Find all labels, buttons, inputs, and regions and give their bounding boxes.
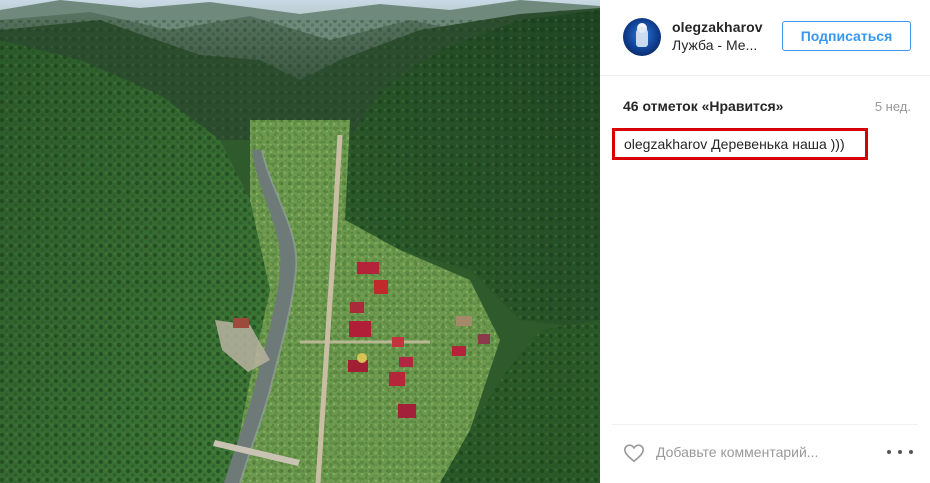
heart-outline-icon[interactable] [623, 442, 645, 464]
aerial-valley-image [0, 0, 600, 483]
caption-username[interactable]: olegzakharov [624, 136, 707, 152]
post-side-panel: olegzakharov Лужба - Ме... Подписаться 4… [600, 0, 930, 483]
more-dot [898, 450, 902, 454]
caption: olegzakharov Деревенька наша ))) [624, 136, 845, 152]
post-header: olegzakharov Лужба - Ме... Подписаться [600, 0, 930, 76]
subscribe-button[interactable]: Подписаться [782, 21, 911, 51]
more-options-icon[interactable] [887, 444, 913, 460]
more-dot [909, 450, 913, 454]
likes-count[interactable]: 46 отметок «Нравится» [623, 98, 783, 114]
username-link[interactable]: olegzakharov [672, 19, 763, 35]
comment-input[interactable] [656, 440, 876, 464]
avatar[interactable] [623, 18, 661, 56]
caption-text: Деревенька наша ))) [711, 136, 845, 152]
likes-row: 46 отметок «Нравится» 5 нед. [623, 96, 911, 116]
post-photo[interactable] [0, 0, 600, 483]
footer-divider [612, 424, 918, 425]
more-dot [887, 450, 891, 454]
timestamp[interactable]: 5 нед. [875, 99, 911, 114]
location-link[interactable]: Лужба - Ме... [672, 37, 764, 53]
avatar-diver-body [636, 27, 648, 47]
